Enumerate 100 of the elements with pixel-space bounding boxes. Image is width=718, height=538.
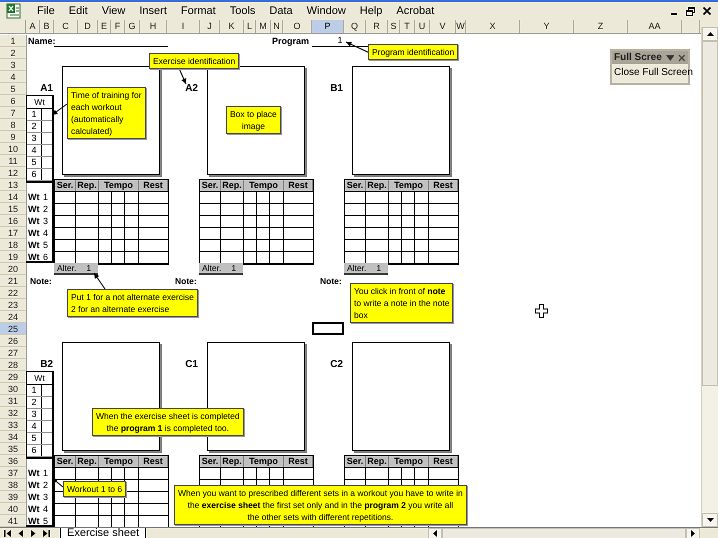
row-header[interactable]: 14	[0, 191, 26, 203]
row-header[interactable]: 29	[0, 371, 26, 383]
column-header[interactable]: E	[98, 20, 111, 33]
table-cell: 6	[27, 169, 42, 180]
column-header[interactable]: N	[271, 20, 283, 33]
table-header: Wt	[27, 372, 52, 385]
row-header[interactable]: 7	[0, 107, 26, 119]
row-header[interactable]: 1	[0, 35, 26, 47]
comment-note: When you want to prescribed different sets in a workout you have to write in the exercise sheet the first set only and in the program 2 you write all the other sets with different repetitions.	[174, 485, 467, 525]
row-header[interactable]: 25	[0, 323, 26, 335]
column-header[interactable]: H	[140, 20, 167, 33]
row-header[interactable]: 28	[0, 359, 26, 371]
column-header[interactable]: Q	[344, 20, 366, 33]
column-header[interactable]: Y	[520, 20, 574, 33]
table-header: Tempo	[244, 180, 284, 191]
table-header: Rest	[429, 456, 458, 467]
row-header[interactable]: 37	[0, 467, 26, 479]
comment-note: You click in front of note to write a note in the note box	[350, 283, 454, 323]
table-header: Rest	[284, 456, 313, 467]
exercise-label: C1	[184, 359, 198, 371]
row-header[interactable]: 18	[0, 239, 26, 251]
menu-item[interactable]: Help	[352, 5, 390, 17]
row-header[interactable]: 27	[0, 347, 26, 359]
row-header[interactable]: 35	[0, 443, 26, 455]
column-header[interactable]: M	[256, 20, 271, 33]
row-header[interactable]: 23	[0, 299, 26, 311]
row-header[interactable]: 16	[0, 215, 26, 227]
table-header: Rest	[139, 180, 168, 191]
row-header[interactable]: 26	[0, 335, 26, 347]
menu-item[interactable]: Window	[300, 5, 353, 17]
row-header[interactable]: 12	[0, 167, 26, 179]
row-header[interactable]: 2	[0, 47, 26, 59]
row-header[interactable]: 17	[0, 227, 26, 239]
sheet-tab[interactable]: Exercise sheet	[60, 528, 146, 538]
row-header[interactable]: 31	[0, 395, 26, 407]
row-header[interactable]: 38	[0, 479, 26, 491]
column-header[interactable]: G	[125, 20, 140, 33]
row-header[interactable]: 9	[0, 131, 26, 143]
column-header[interactable]: V	[430, 20, 456, 33]
column-header[interactable]: X	[466, 20, 520, 33]
row-header[interactable]: 11	[0, 155, 26, 167]
column-header[interactable]: R	[366, 20, 388, 33]
row-header[interactable]: 15	[0, 203, 26, 215]
column-header[interactable]: S	[388, 20, 400, 33]
row-header[interactable]: 10	[0, 143, 26, 155]
note-label: Note:	[30, 275, 52, 287]
table-header: Ser.	[345, 456, 366, 467]
toolbar-title: Full Scree	[614, 52, 662, 63]
menu-item[interactable]: View	[94, 5, 132, 17]
table-cell: Wt	[28, 227, 40, 239]
table-header: Rep.	[76, 180, 99, 191]
menu-item[interactable]: Insert	[132, 5, 174, 17]
comment-note: Exercise identification	[149, 53, 240, 69]
column-header[interactable]: C	[54, 20, 78, 33]
column-header[interactable]: B	[40, 20, 54, 33]
menu-item[interactable]: File	[30, 5, 62, 17]
menu-item[interactable]: Edit	[62, 5, 95, 17]
row-header[interactable]: 8	[0, 119, 26, 131]
menu-item[interactable]: Data	[262, 5, 300, 17]
column-header[interactable]: L	[244, 20, 256, 33]
row-header[interactable]: 39	[0, 491, 26, 503]
column-header[interactable]: T	[400, 20, 415, 33]
row-header[interactable]: 32	[0, 407, 26, 419]
column-header[interactable]: AA	[628, 20, 682, 33]
column-header[interactable]: P	[312, 20, 344, 33]
row-header[interactable]: 40	[0, 503, 26, 515]
menu-item[interactable]: Tools	[222, 5, 262, 17]
menu-item[interactable]: Acrobat	[389, 5, 442, 17]
row-header[interactable]: 4	[0, 71, 26, 83]
note-label: Note:	[175, 275, 197, 287]
alter-field[interactable]: Alter. 1	[54, 263, 98, 275]
row-header[interactable]: 3	[0, 59, 26, 71]
column-header[interactable]: D	[78, 20, 98, 33]
row-header[interactable]: 5	[0, 83, 26, 95]
column-header[interactable]: K	[220, 20, 244, 33]
row-header[interactable]: 36	[0, 455, 26, 467]
exercise-label: A1	[39, 83, 53, 95]
column-header[interactable]: Z	[574, 20, 628, 33]
row-header[interactable]: 34	[0, 431, 26, 443]
column-header[interactable]: U	[415, 20, 430, 33]
column-header[interactable]: I	[167, 20, 200, 33]
column-header[interactable]: A	[26, 20, 40, 33]
field-value: 1	[375, 263, 382, 273]
column-header[interactable]: F	[111, 20, 125, 33]
column-header[interactable]: J	[200, 20, 220, 33]
alter-field[interactable]: Alter. 1	[199, 263, 243, 275]
column-header[interactable]: W	[456, 20, 466, 33]
row-header[interactable]: 13	[0, 179, 26, 191]
row-header[interactable]: 30	[0, 383, 26, 395]
row-header[interactable]: 6	[0, 95, 26, 107]
row-header[interactable]: 20	[0, 263, 26, 275]
row-header[interactable]: 33	[0, 419, 26, 431]
menu-item[interactable]: Format	[174, 5, 223, 17]
table-header: Rep.	[366, 456, 389, 467]
row-header[interactable]: 21	[0, 275, 26, 287]
alter-field[interactable]: Alter. 1	[344, 263, 388, 275]
table-header: Ser.	[200, 456, 221, 467]
row-header[interactable]: 22	[0, 287, 26, 299]
close-full-screen-button[interactable]: Close Full Screen	[612, 64, 695, 83]
row-header[interactable]: 19	[0, 251, 26, 263]
